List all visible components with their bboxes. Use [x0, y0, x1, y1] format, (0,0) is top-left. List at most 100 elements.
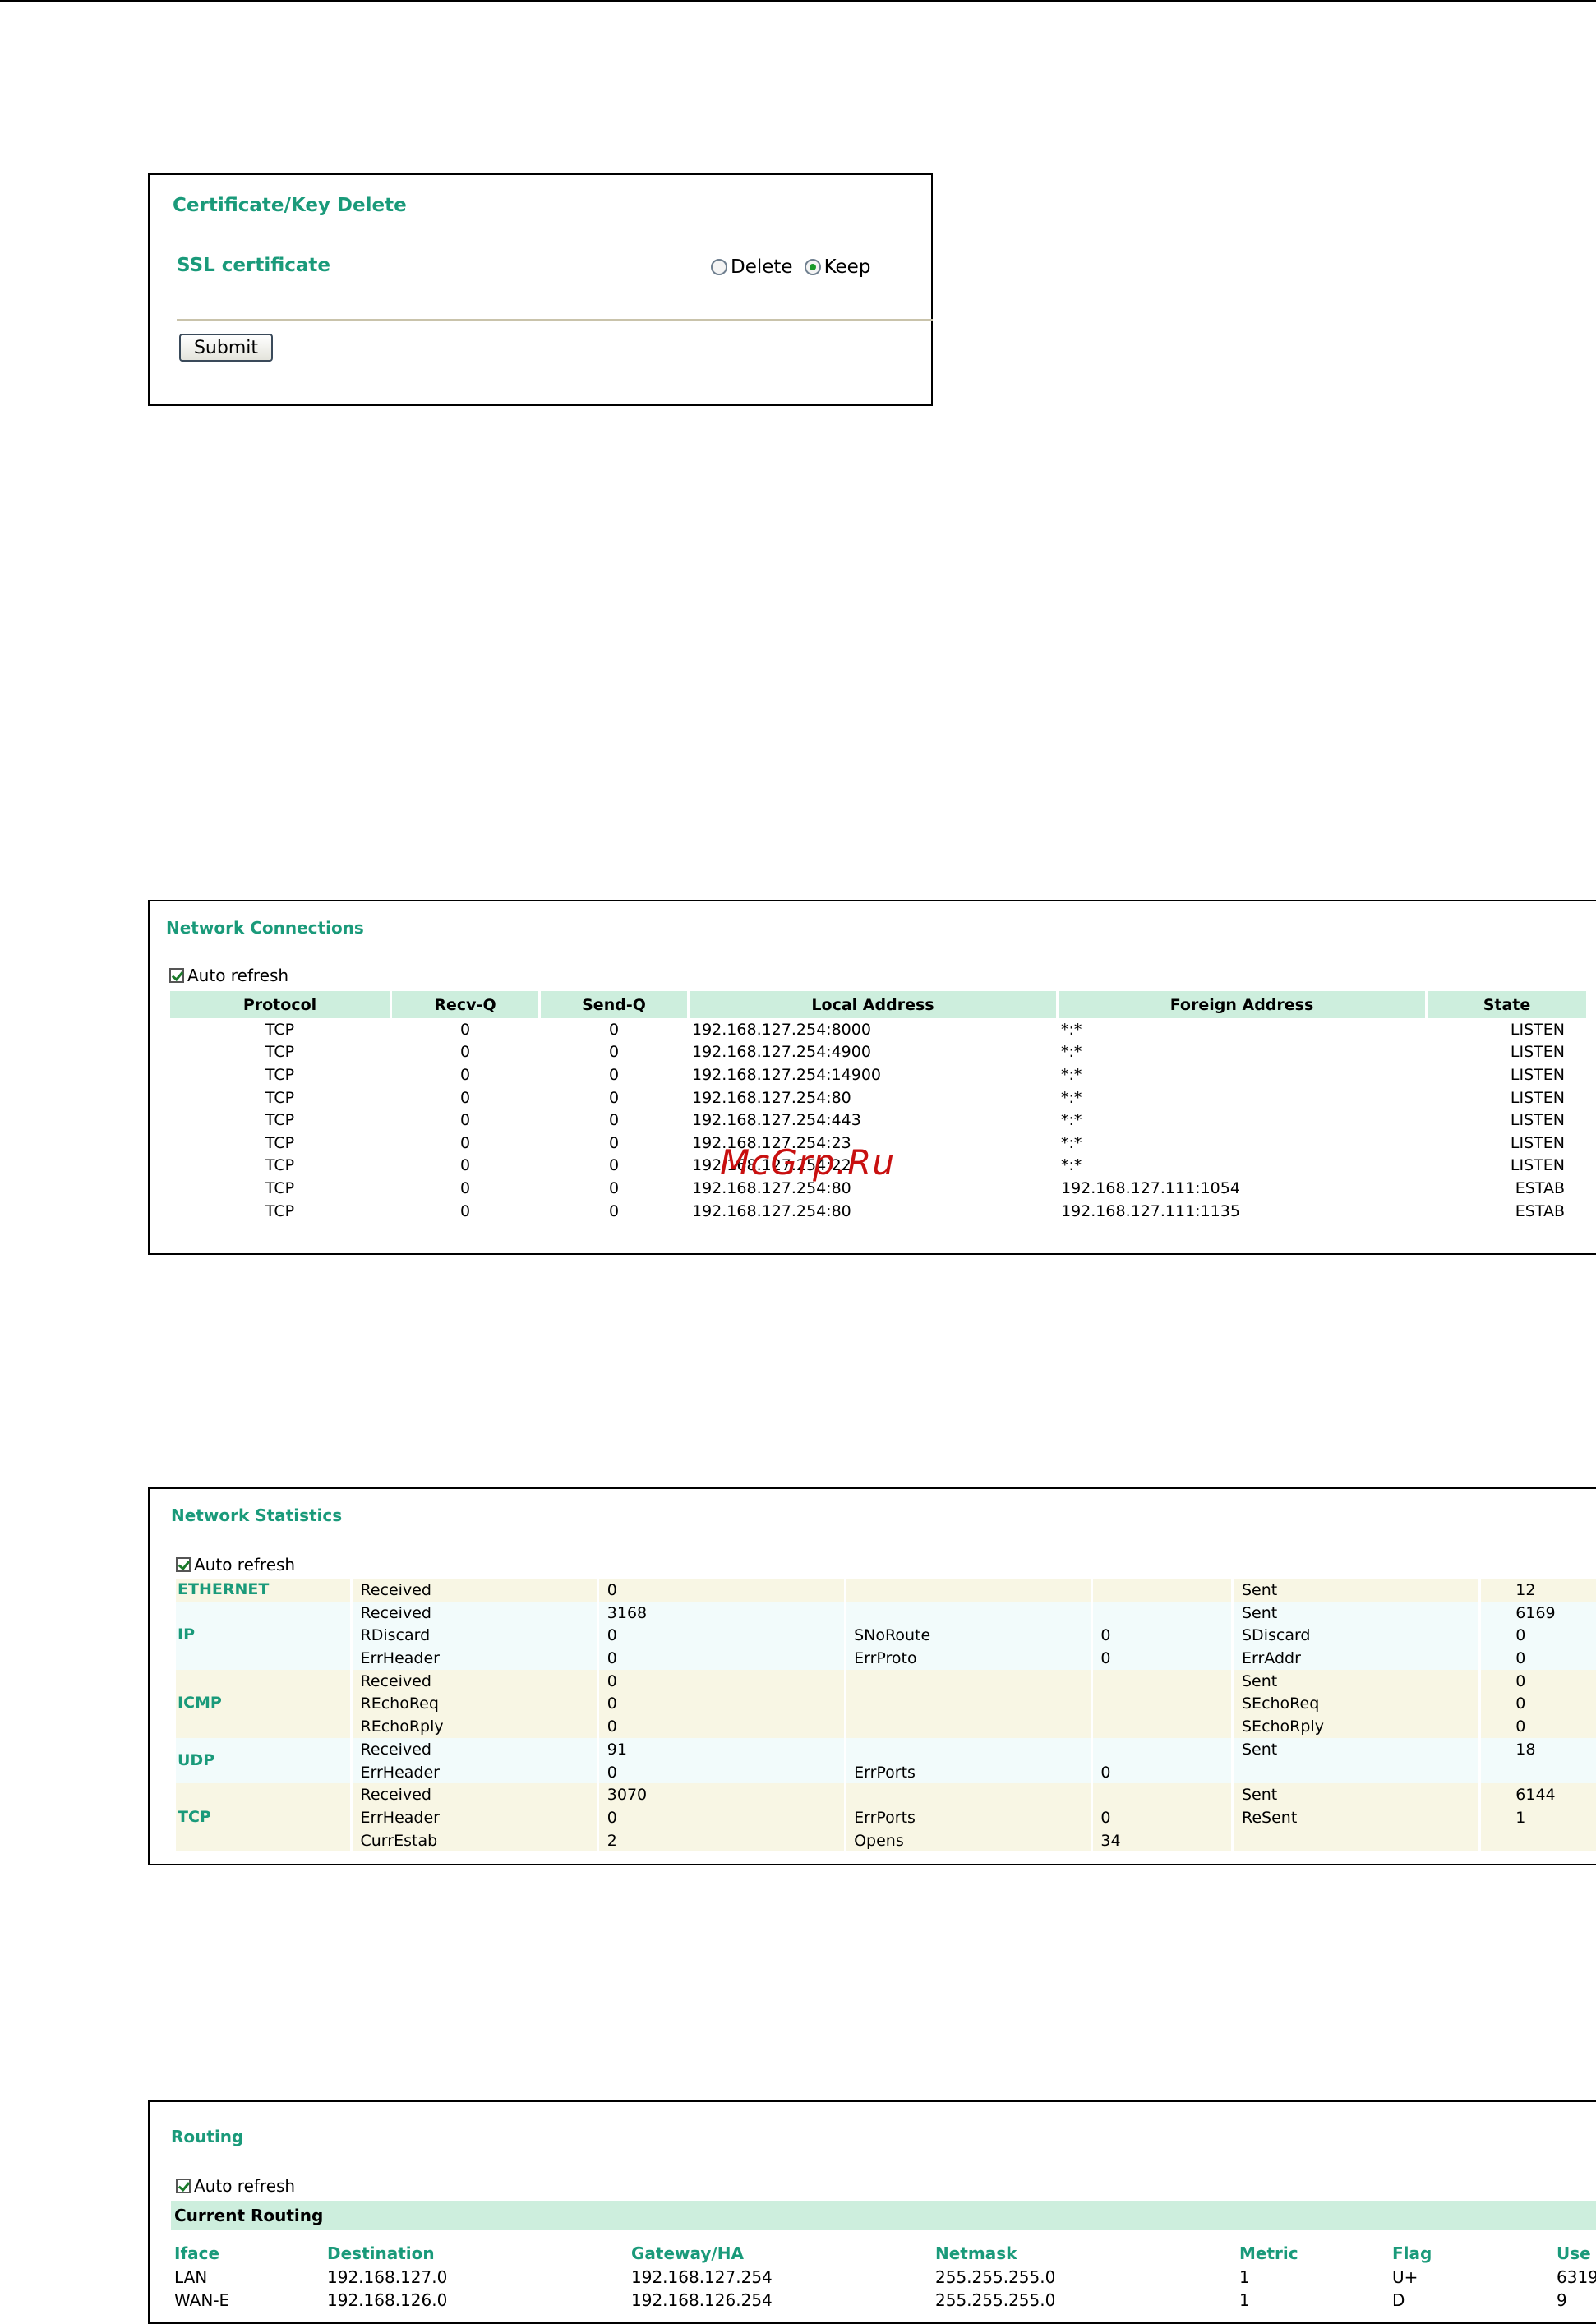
column-header: Iface	[174, 2243, 220, 2263]
stat-name: SEchoRply	[1242, 1718, 1324, 1736]
state-cell: LISTEN	[1510, 1020, 1565, 1039]
column-separator	[1231, 1783, 1234, 1852]
column-separator	[1478, 1601, 1481, 1670]
stat-value: 91	[607, 1740, 627, 1759]
connections-table: Protocol Recv-Q Send-Q Local Address For…	[168, 991, 1589, 1222]
local-address-cell: 192.168.127.254:80	[692, 1201, 851, 1220]
stat-row: ErrHeader 0 ErrPorts 0 ReSent 1	[176, 1806, 1596, 1829]
table-row: TCP 0 0 192.168.127.254:4900 *:* LISTEN	[170, 1041, 1586, 1064]
column-header: Protocol	[170, 991, 390, 1018]
state-cell: LISTEN	[1510, 1088, 1565, 1107]
stat-row: REchoReq 0 SEchoReq 0	[176, 1692, 1596, 1715]
gateway-cell: 192.168.126.254	[631, 2290, 773, 2310]
protocol-cell: TCP	[265, 1201, 295, 1220]
stat-value: 0	[607, 1808, 617, 1827]
delete-radio[interactable]	[711, 259, 727, 275]
page-top-rule	[0, 0, 1596, 2]
stat-name: CurrEstab	[360, 1831, 438, 1850]
column-separator	[1231, 1737, 1234, 1784]
column-separator	[843, 1737, 846, 1784]
auto-refresh-checkbox[interactable]	[176, 2179, 191, 2193]
table-header-row: Protocol Recv-Q Send-Q Local Address For…	[170, 991, 1586, 1018]
sendq-cell: 0	[608, 1020, 620, 1039]
stat-row: ErrHeader 0 ErrPorts 0	[176, 1761, 1596, 1784]
foreign-address-cell: *:*	[1061, 1111, 1082, 1130]
destination-cell: 192.168.127.0	[327, 2267, 448, 2287]
iface-cell: WAN-E	[174, 2290, 230, 2310]
table-row: TCP 0 0 192.168.127.254:14900 *:* LISTEN	[170, 1063, 1586, 1086]
table-row: TCP 0 0 192.168.127.254:443 *:* LISTEN	[170, 1109, 1586, 1132]
column-header: Local Address	[690, 991, 1056, 1018]
recvq-cell: 0	[459, 1111, 471, 1130]
recvq-cell: 0	[459, 1020, 471, 1039]
column-separator	[843, 1669, 846, 1738]
auto-refresh-toggle[interactable]: Auto refresh	[169, 966, 288, 985]
stat-group-ip: IP Received 3168 Sent 6169 RDiscard 0 SNoRoute 0…	[176, 1601, 1596, 1670]
protocol-cell: TCP	[265, 1178, 295, 1197]
column-header: Gateway/HA	[631, 2243, 744, 2263]
recvq-cell: 0	[459, 1065, 471, 1084]
column-header: Send-Q	[541, 991, 687, 1018]
stat-name: SEchoReq	[1242, 1695, 1320, 1713]
stat-value: 0	[1515, 1718, 1526, 1736]
stat-row: Received 91 Sent 18	[176, 1738, 1596, 1761]
network-connections-panel: Network Connections Auto refresh Protoco…	[148, 900, 1596, 1255]
local-address-cell: 192.168.127.254:80	[692, 1088, 851, 1107]
column-separator	[1478, 1737, 1481, 1784]
column-separator	[843, 1601, 846, 1670]
sendq-cell: 0	[608, 1088, 620, 1107]
delete-radio-label[interactable]: Delete	[731, 256, 793, 278]
stat-value: 0	[607, 1581, 617, 1599]
state-cell: LISTEN	[1510, 1065, 1565, 1084]
column-separator	[1090, 1601, 1093, 1670]
auto-refresh-checkbox[interactable]	[169, 968, 184, 983]
protocol-cell: TCP	[265, 1133, 295, 1152]
foreign-address-cell: *:*	[1061, 1043, 1082, 1062]
column-separator	[597, 1601, 600, 1670]
protocol-cell: TCP	[265, 1111, 295, 1130]
stat-row: ErrHeader 0 ErrProto 0 ErrAddr 0	[176, 1647, 1596, 1670]
stat-value: 1	[1515, 1808, 1526, 1827]
stat-value: 0	[1100, 1649, 1111, 1668]
recvq-cell: 0	[459, 1043, 471, 1062]
column-separator	[349, 1783, 353, 1852]
column-header: Recv-Q	[392, 991, 538, 1018]
stat-row: CurrEstab 2 Opens 34	[176, 1829, 1596, 1852]
ssl-certificate-label: SSL certificate	[177, 255, 331, 276]
stat-value: 0	[607, 1626, 617, 1645]
stat-name: ErrPorts	[854, 1763, 916, 1782]
stat-name: Sent	[1242, 1740, 1278, 1759]
stat-value: 0	[1515, 1649, 1526, 1668]
column-separator	[843, 1579, 846, 1602]
state-cell: ESTAB	[1515, 1178, 1565, 1197]
certificate-delete-panel: Certificate/Key Delete SSL certificate D…	[148, 173, 933, 406]
recvq-cell: 0	[459, 1156, 471, 1175]
sendq-cell: 0	[608, 1178, 620, 1197]
local-address-cell: 192.168.127.254:4900	[692, 1043, 871, 1062]
netmask-cell: 255.255.255.0	[935, 2290, 1056, 2310]
stat-value: 2	[607, 1831, 617, 1850]
auto-refresh-toggle[interactable]: Auto refresh	[176, 2176, 295, 2196]
keep-radio[interactable]	[804, 259, 821, 275]
stat-value: 6169	[1515, 1603, 1556, 1622]
state-cell: LISTEN	[1510, 1156, 1565, 1175]
auto-refresh-checkbox[interactable]	[176, 1557, 191, 1572]
panel-title: Certificate/Key Delete	[173, 195, 407, 216]
stat-value: 0	[1515, 1672, 1526, 1690]
stat-name: Received	[360, 1581, 431, 1599]
sendq-cell: 0	[608, 1133, 620, 1152]
auto-refresh-toggle[interactable]: Auto refresh	[176, 1555, 295, 1575]
column-separator	[843, 1783, 846, 1852]
column-header: Foreign Address	[1059, 991, 1425, 1018]
submit-button[interactable]: Submit	[179, 334, 273, 362]
sendq-cell: 0	[608, 1043, 620, 1062]
stat-value: 3168	[607, 1603, 648, 1622]
column-header: Destination	[327, 2243, 435, 2263]
column-separator	[349, 1601, 353, 1670]
column-separator	[1231, 1601, 1234, 1670]
stat-name: ErrHeader	[360, 1808, 440, 1827]
keep-radio-label[interactable]: Keep	[824, 256, 871, 278]
flag-cell: D	[1392, 2290, 1405, 2310]
column-separator	[1478, 1669, 1481, 1738]
state-cell: LISTEN	[1510, 1111, 1565, 1130]
